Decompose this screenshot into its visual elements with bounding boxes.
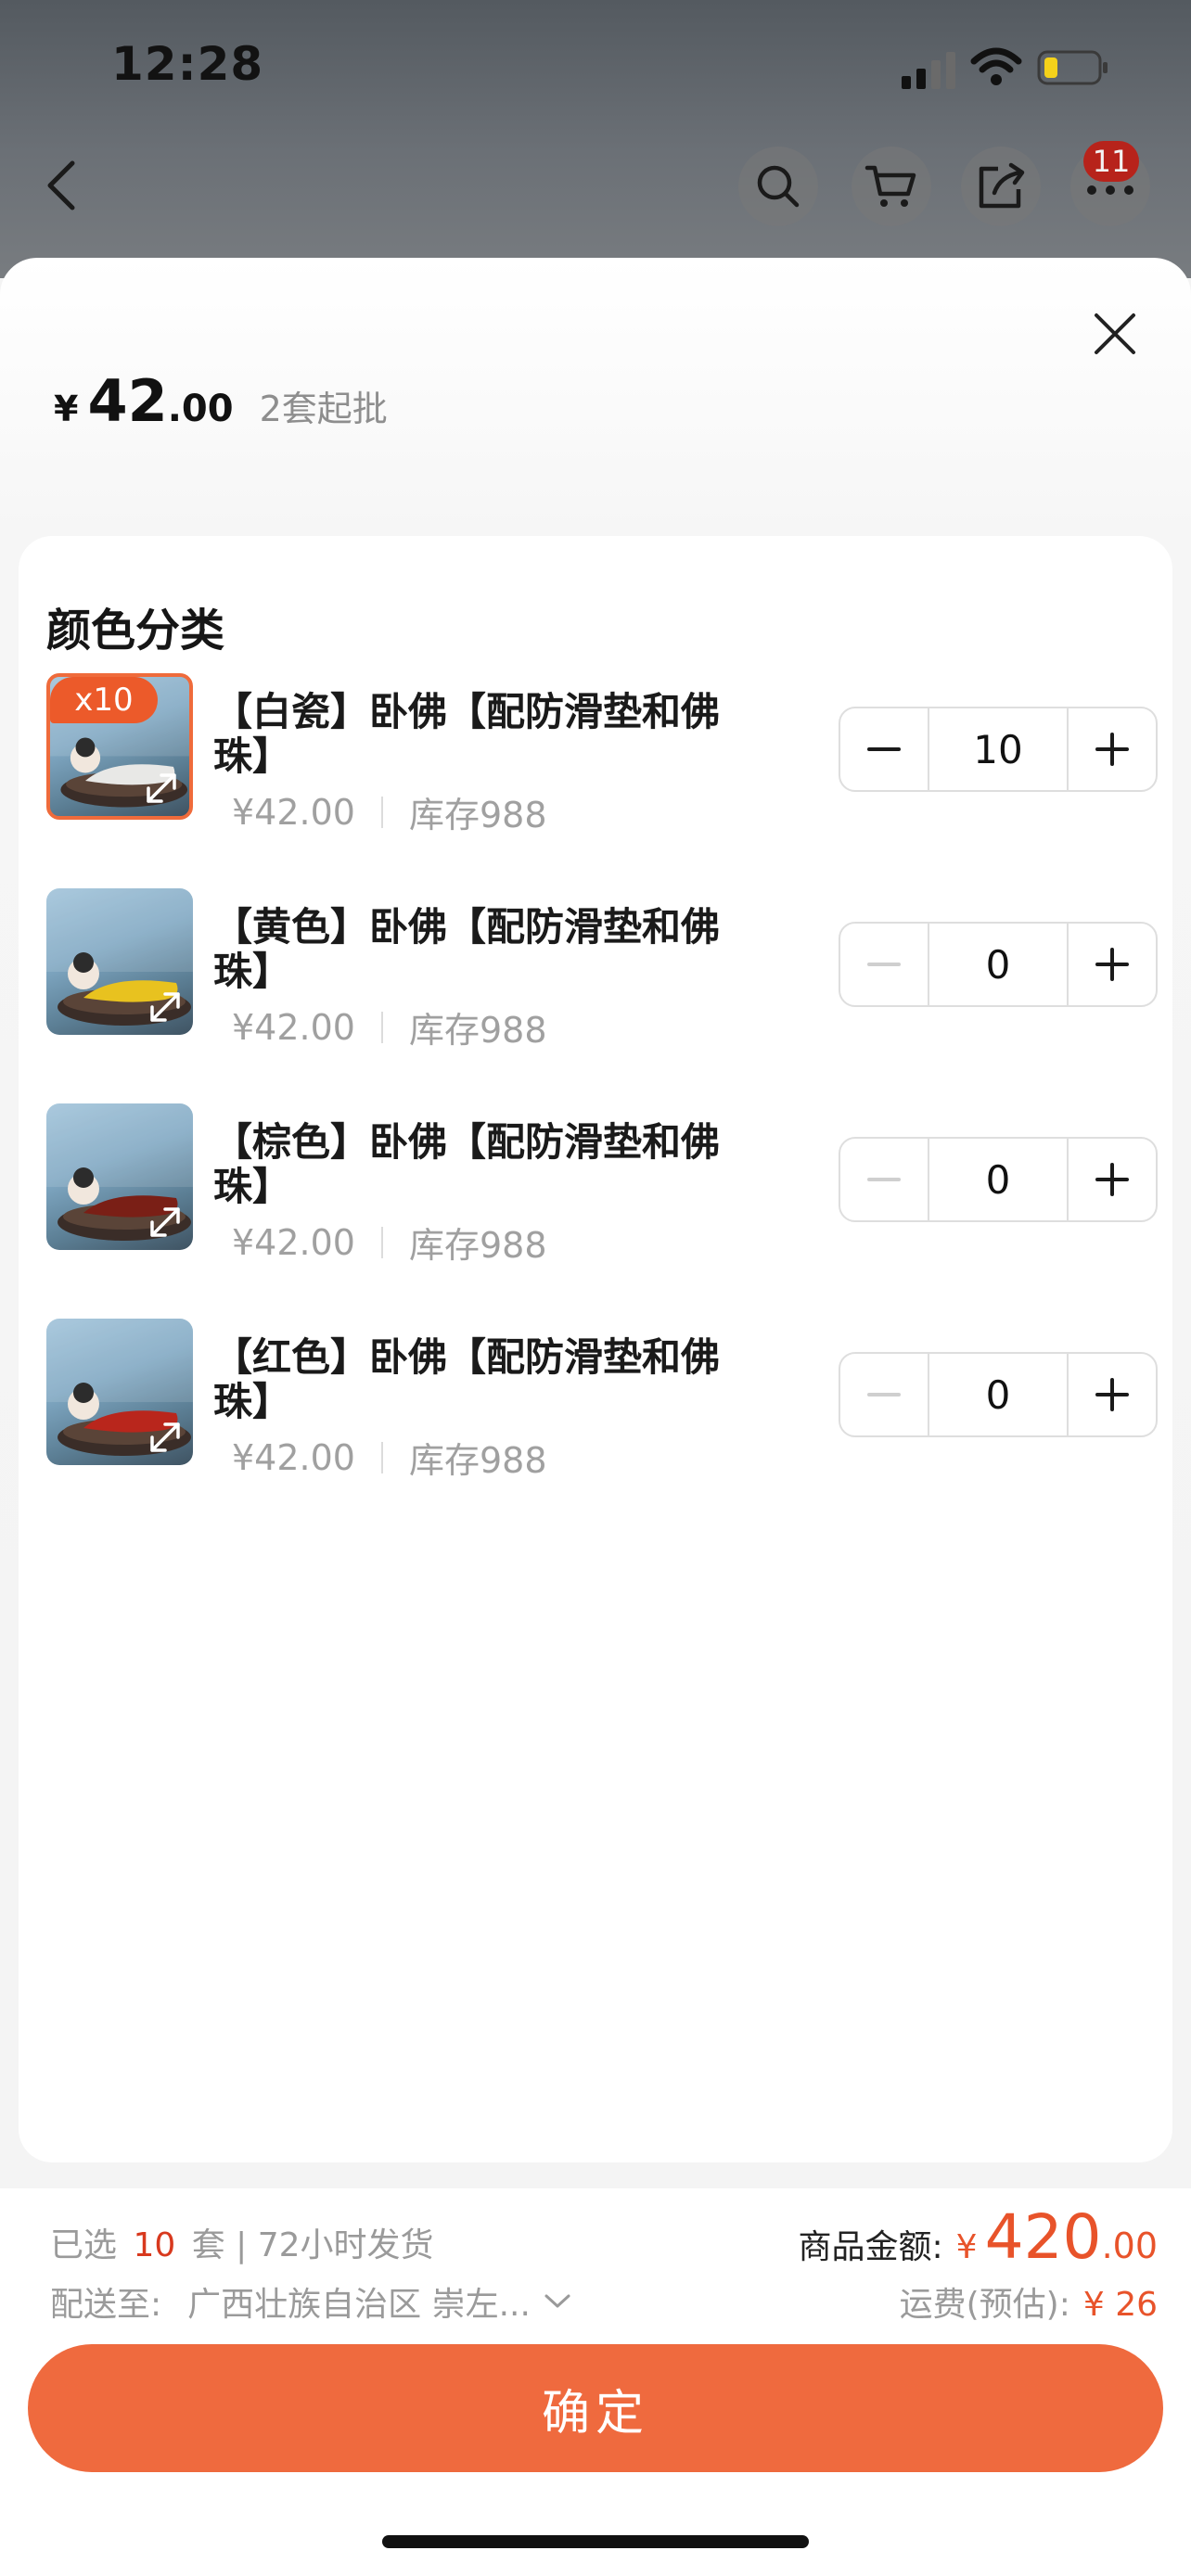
expand-icon[interactable] xyxy=(145,1202,186,1243)
minus-icon xyxy=(867,1178,901,1181)
quantity-value[interactable]: 0 xyxy=(928,1354,1069,1435)
total-integer: 420 xyxy=(984,2201,1102,2273)
quantity-value[interactable]: 10 xyxy=(928,708,1069,790)
variant-thumbnail[interactable] xyxy=(46,888,193,1035)
increment-button[interactable] xyxy=(1069,1139,1156,1220)
expand-icon[interactable] xyxy=(145,987,186,1027)
cart-count-badge: 11 xyxy=(1083,141,1139,182)
price-integer: 42 xyxy=(87,367,168,435)
shipping-address-selector[interactable]: 配送至: 广西壮族自治区 崇左... xyxy=(50,2277,571,2326)
share-button[interactable] xyxy=(961,147,1041,226)
variant-stock: 库存988 xyxy=(408,795,547,835)
decrement-button[interactable] xyxy=(840,1139,928,1220)
quantity-stepper: 10 xyxy=(839,707,1158,792)
expand-icon[interactable] xyxy=(145,1417,186,1458)
unit-price: ¥ 42 .00 2套起批 xyxy=(54,367,388,441)
selection-summary: 已选 10 套 | 72小时发货 xyxy=(50,2218,434,2266)
section-title: 颜色分类 xyxy=(46,605,225,657)
cart-icon xyxy=(864,165,916,207)
search-button[interactable] xyxy=(738,147,818,226)
total-currency: ¥ xyxy=(955,2228,978,2266)
min-order-text: 2套起批 xyxy=(259,389,388,429)
variant-meta: ¥42.00 库存988 xyxy=(232,1001,547,1052)
variant-row: 【黄色】卧佛【配防滑垫和佛珠】 ¥42.00 库存988 0 xyxy=(46,872,1172,1057)
variant-thumbnail[interactable] xyxy=(46,1319,193,1465)
quantity-stepper: 0 xyxy=(839,1137,1158,1222)
decrement-button[interactable] xyxy=(840,708,928,790)
meta-divider xyxy=(380,1011,383,1043)
variant-thumbnail[interactable] xyxy=(46,1103,193,1250)
plus-icon xyxy=(1095,948,1129,981)
freight-estimate: 运费(预估): ¥ 26 xyxy=(900,2277,1158,2326)
confirm-button[interactable]: 确定 xyxy=(28,2344,1163,2472)
plus-icon xyxy=(1095,1163,1129,1196)
meta-divider xyxy=(380,796,383,828)
selected-prefix: 已选 xyxy=(50,2226,118,2264)
minus-icon xyxy=(867,747,901,751)
variant-price: ¥42.00 xyxy=(232,791,355,833)
variant-name: 【黄色】卧佛【配防滑垫和佛珠】 xyxy=(213,904,721,994)
freight-value: ¥ 26 xyxy=(1082,2286,1158,2324)
minus-icon xyxy=(867,1393,901,1396)
plus-icon xyxy=(1095,733,1129,766)
variant-stock: 库存988 xyxy=(408,1440,547,1481)
status-bar: 12:28 xyxy=(0,0,1191,130)
price-decimal: .00 xyxy=(167,388,234,430)
variant-price: ¥42.00 xyxy=(232,1006,355,1048)
meta-divider xyxy=(380,1441,383,1473)
total-label: 商品金额: xyxy=(798,2228,943,2266)
variant-name: 【棕色】卧佛【配防滑垫和佛珠】 xyxy=(213,1119,721,1209)
decrement-button[interactable] xyxy=(840,1354,928,1435)
meta-divider xyxy=(380,1226,383,1258)
decrement-button[interactable] xyxy=(840,924,928,1005)
status-time: 12:28 xyxy=(111,37,264,91)
variant-row: 【棕色】卧佛【配防滑垫和佛珠】 ¥42.00 库存988 0 xyxy=(46,1087,1172,1272)
variant-stock: 库存988 xyxy=(408,1010,547,1051)
wifi-icon xyxy=(970,47,1022,85)
quantity-value[interactable]: 0 xyxy=(928,1139,1069,1220)
variant-meta: ¥42.00 库存988 xyxy=(232,1217,547,1268)
ship-address: 广西壮族自治区 崇左... xyxy=(187,2286,531,2324)
variant-name: 【白瓷】卧佛【配防滑垫和佛珠】 xyxy=(213,689,721,779)
variant-price: ¥42.00 xyxy=(232,1436,355,1478)
variant-meta: ¥42.00 库存988 xyxy=(232,1432,547,1483)
quantity-stepper: 0 xyxy=(839,922,1158,1007)
variant-thumbnail[interactable]: x10 xyxy=(46,673,193,820)
share-icon xyxy=(979,162,1025,209)
variant-row: x10 【白瓷】卧佛【配防滑垫和佛珠】 ¥42.00 库存988 10 xyxy=(46,657,1172,842)
increment-button[interactable] xyxy=(1069,1354,1156,1435)
home-indicator xyxy=(382,2535,809,2548)
expand-icon[interactable] xyxy=(141,768,182,809)
product-nav-bar xyxy=(0,130,1191,241)
total-amount: 商品金额: ¥ 420 .00 xyxy=(799,2201,1158,2273)
increment-button[interactable] xyxy=(1069,708,1156,790)
cellular-signal-icon xyxy=(902,52,955,89)
search-icon xyxy=(757,165,800,208)
total-decimal: .00 xyxy=(1101,2225,1158,2266)
order-footer: 已选 10 套 | 72小时发货 配送至: 广西壮族自治区 崇左... 商品金额… xyxy=(0,2188,1191,2576)
selected-count: 10 xyxy=(133,2226,176,2264)
quantity-stepper: 0 xyxy=(839,1352,1158,1437)
variant-price: ¥42.00 xyxy=(232,1221,355,1263)
close-icon[interactable] xyxy=(1085,304,1145,363)
variant-stock: 库存988 xyxy=(408,1225,547,1266)
price-currency: ¥ xyxy=(54,389,79,429)
minus-icon xyxy=(867,963,901,966)
selected-qty-badge: x10 xyxy=(50,677,158,723)
plus-icon xyxy=(1095,1378,1129,1411)
battery-icon xyxy=(1037,50,1108,85)
variant-meta: ¥42.00 库存988 xyxy=(232,786,547,837)
cart-button[interactable] xyxy=(852,147,931,226)
variant-card: 颜色分类 x10 【白瓷】卧佛【配防滑垫和佛珠】 ¥42.00 库存988 10… xyxy=(19,536,1172,2162)
back-arrow-icon[interactable] xyxy=(35,156,91,215)
quantity-value[interactable]: 0 xyxy=(928,924,1069,1005)
selected-suffix: 套 | 72小时发货 xyxy=(191,2226,434,2264)
increment-button[interactable] xyxy=(1069,924,1156,1005)
chevron-down-icon xyxy=(544,2294,570,2308)
variant-row: 【红色】卧佛【配防滑垫和佛珠】 ¥42.00 库存988 0 xyxy=(46,1302,1172,1487)
variant-name: 【红色】卧佛【配防滑垫和佛珠】 xyxy=(213,1334,721,1424)
freight-label: 运费(预估): xyxy=(899,2286,1070,2324)
ship-label: 配送至: xyxy=(50,2286,162,2324)
